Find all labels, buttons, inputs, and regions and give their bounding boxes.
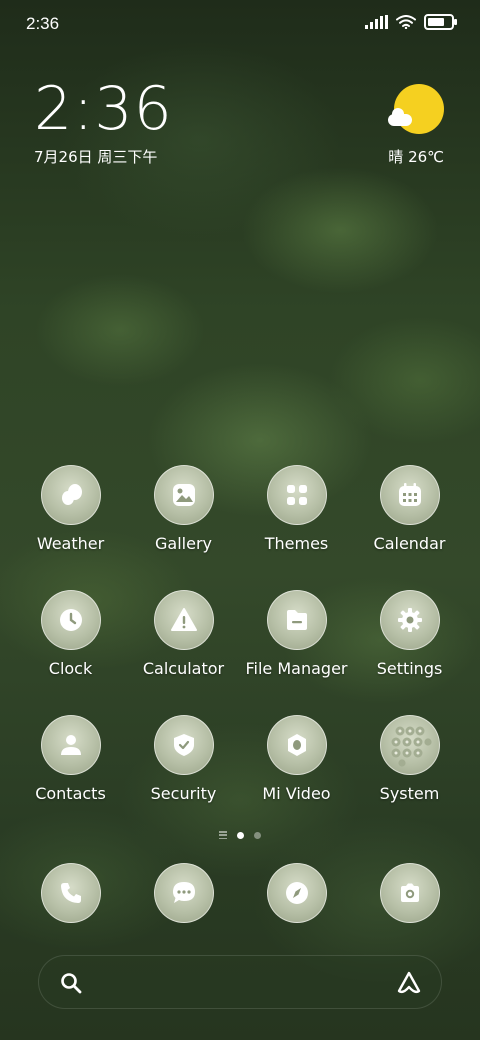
app-drawer-indicator-icon[interactable] bbox=[219, 831, 227, 839]
clock-time: 2:36 bbox=[34, 74, 173, 144]
app-calculator[interactable]: Calculator bbox=[127, 590, 240, 678]
wifi-icon bbox=[396, 15, 416, 29]
folder-icon bbox=[379, 715, 440, 775]
cloud-icon bbox=[388, 108, 412, 126]
app-label: Calendar bbox=[373, 534, 446, 553]
page-dot-2[interactable] bbox=[254, 831, 261, 839]
video-icon bbox=[266, 715, 327, 775]
clock-icon bbox=[40, 590, 101, 650]
app-settings[interactable]: Settings bbox=[353, 590, 466, 678]
themes-icon bbox=[266, 465, 327, 525]
search-icon[interactable] bbox=[59, 971, 83, 995]
app-weather[interactable]: Weather bbox=[14, 465, 127, 553]
battery-icon bbox=[424, 14, 457, 30]
app-clock[interactable]: Clock bbox=[14, 590, 127, 678]
app-label: Security bbox=[150, 784, 217, 803]
calculator-icon bbox=[153, 590, 214, 650]
app-label: Contacts bbox=[35, 784, 106, 803]
battery-level bbox=[428, 18, 445, 26]
status-icons bbox=[365, 14, 457, 30]
app-calendar[interactable]: Calendar bbox=[353, 465, 466, 553]
assistant-icon[interactable] bbox=[395, 970, 423, 996]
app-label: Gallery bbox=[155, 534, 212, 553]
signal-icon bbox=[365, 15, 388, 29]
app-label: Weather bbox=[36, 534, 105, 553]
page-dot-1[interactable] bbox=[237, 831, 244, 839]
app-label: System bbox=[379, 784, 440, 803]
clock-widget[interactable]: 2:36 7月26日 周三下午 bbox=[34, 76, 173, 167]
contacts-icon bbox=[40, 715, 101, 775]
app-label: Calculator bbox=[142, 659, 225, 678]
app-label: Settings bbox=[376, 659, 443, 678]
app-themes[interactable]: Themes bbox=[240, 465, 353, 553]
app-system-folder[interactable]: System bbox=[353, 715, 466, 803]
app-contacts[interactable]: Contacts bbox=[14, 715, 127, 803]
app-label: File Manager bbox=[245, 659, 348, 678]
calendar-icon bbox=[379, 465, 440, 525]
dock-browser[interactable] bbox=[240, 863, 353, 923]
search-bar[interactable] bbox=[38, 955, 442, 1009]
weather-summary: 晴 26℃ bbox=[388, 148, 444, 166]
messages-icon bbox=[153, 863, 214, 923]
gallery-icon bbox=[153, 465, 214, 525]
weather-widget[interactable]: 晴 26℃ bbox=[354, 84, 444, 168]
phone-icon bbox=[40, 863, 101, 923]
app-mi-video[interactable]: Mi Video bbox=[240, 715, 353, 803]
compass-icon bbox=[266, 863, 327, 923]
app-label: Clock bbox=[48, 659, 93, 678]
status-bar: 2:36 bbox=[0, 0, 480, 50]
gear-icon bbox=[379, 590, 440, 650]
weather-icon bbox=[40, 465, 101, 525]
status-time: 2:36 bbox=[26, 14, 60, 33]
clock-date: 7月26日 周三下午 bbox=[34, 148, 158, 166]
app-label: Mi Video bbox=[262, 784, 331, 803]
dock-camera[interactable] bbox=[353, 863, 466, 923]
app-file-manager[interactable]: File Manager bbox=[240, 590, 353, 678]
file-manager-icon bbox=[266, 590, 327, 650]
shield-icon bbox=[153, 715, 214, 775]
dock-phone[interactable] bbox=[14, 863, 127, 923]
app-gallery[interactable]: Gallery bbox=[127, 465, 240, 553]
camera-icon bbox=[379, 863, 440, 923]
dock-messages[interactable] bbox=[127, 863, 240, 923]
app-label: Themes bbox=[264, 534, 329, 553]
page-indicator bbox=[0, 831, 480, 839]
app-security[interactable]: Security bbox=[127, 715, 240, 803]
